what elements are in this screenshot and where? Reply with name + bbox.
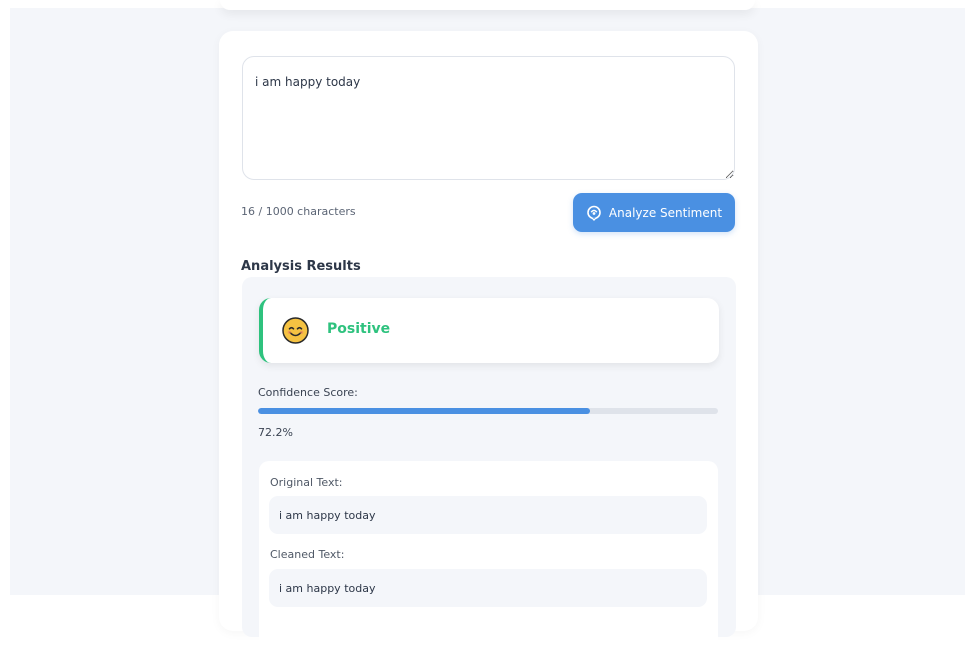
confidence-progress-bar (258, 408, 718, 414)
brain-icon (586, 205, 602, 221)
cleaned-text-value: i am happy today (269, 569, 707, 607)
analyzer-card: 16 / 1000 characters Analyze Sentiment A… (219, 31, 758, 661)
character-count: 16 / 1000 characters (241, 205, 356, 218)
text-input[interactable] (242, 56, 735, 180)
analyze-button-label: Analyze Sentiment (608, 205, 723, 220)
header-card (220, 0, 755, 10)
cleaned-text-label: Cleaned Text: (270, 548, 345, 561)
smiling-face-icon (282, 317, 309, 344)
results-panel: Positive Confidence Score: 72.2% Origina… (242, 277, 736, 661)
confidence-progress-fill (258, 408, 591, 414)
sentiment-card: Positive (259, 298, 719, 363)
analyze-sentiment-button[interactable]: Analyze Sentiment (573, 193, 735, 232)
text-details-card: Original Text: i am happy today Cleaned … (259, 461, 718, 661)
results-heading: Analysis Results (241, 259, 361, 274)
original-text-value: i am happy today (269, 496, 707, 534)
confidence-label: Confidence Score: (258, 386, 358, 399)
confidence-value: 72.2% (258, 426, 293, 439)
original-text-label: Original Text: (270, 476, 343, 489)
sentiment-label: Positive (327, 321, 391, 337)
